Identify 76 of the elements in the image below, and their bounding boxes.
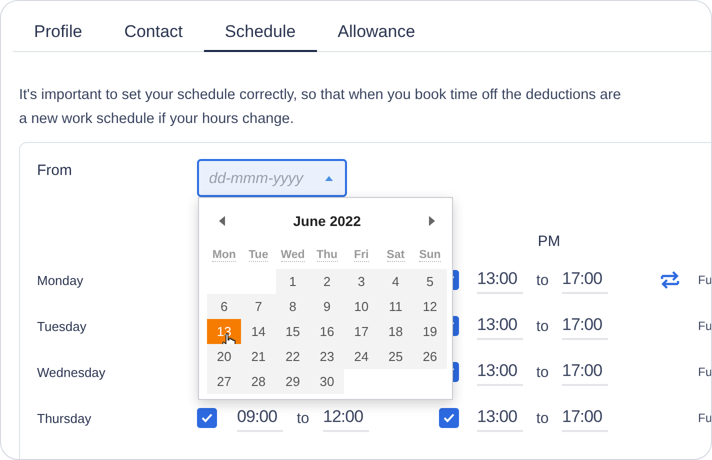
weekday-label: Wed [280,248,305,262]
calendar-day[interactable]: 17 [344,319,378,344]
to-label: to [535,364,550,380]
calendar-day[interactable]: 1 [276,269,310,294]
calendar-day[interactable]: 22 [276,344,310,369]
time-field[interactable]: 17:00 [562,266,608,294]
calendar-day[interactable]: 2 [310,269,344,294]
time-field[interactable]: 12:00 [323,404,369,432]
weekday-label: Sun [419,248,441,262]
day-label: Wednesday [37,364,106,380]
calendar-day[interactable]: 16 [310,319,344,344]
calendar-day[interactable]: 12 [412,294,448,319]
calendar-day[interactable]: 19 [412,319,448,344]
calendar-day[interactable]: 8 [276,294,310,319]
tab[interactable]: Profile [13,15,104,52]
day-label: Thursday [37,410,92,426]
calendar-day[interactable]: 10 [344,294,378,319]
to-label: to [535,410,550,426]
pm-heading: PM [536,232,562,250]
calendar-day[interactable]: 7 [241,294,276,319]
tab[interactable]: Allowance [316,15,436,52]
calendar-day[interactable]: 5 [412,269,448,294]
tab[interactable]: Schedule [204,15,317,52]
time-field[interactable]: 13:00 [477,266,523,294]
time-field[interactable]: 13:00 [477,404,523,432]
column-text: Fu [698,365,711,379]
time-field[interactable]: 17:00 [562,312,608,340]
calendar-day[interactable]: 26 [412,344,448,369]
calendar-day[interactable]: 9 [310,294,344,319]
calendar-day[interactable]: 20 [207,344,242,369]
weekday-label: Tue [248,248,268,262]
calendar-day[interactable]: 29 [276,369,310,394]
calendar-day[interactable]: 24 [344,344,378,369]
time-field[interactable]: 13:00 [477,312,523,340]
calendar-day[interactable]: 25 [378,344,413,369]
calendar-day[interactable]: 18 [378,319,413,344]
day-label: Tuesday [37,318,88,334]
from-label: From [37,161,73,181]
weekday-label: Mon [212,248,236,262]
repeat-icon[interactable] [659,270,681,290]
to-label: to [296,410,310,426]
calendar-day[interactable]: 23 [310,344,344,369]
checkbox[interactable] [197,408,217,428]
intro-text: a new work schedule if your hours change. [19,110,295,129]
month-title: June 2022 [293,213,361,229]
time-field[interactable]: 13:00 [477,358,523,386]
calendar-day[interactable]: 27 [207,369,242,394]
weekday-label: Thu [316,248,338,262]
calendar-day[interactable]: 11 [378,294,413,319]
weekday-label: Sat [386,248,405,262]
calendar-day[interactable]: 15 [276,319,310,344]
column-text: Fu [698,411,711,425]
column-text: Fu [698,273,711,287]
time-field[interactable]: 09:00 [237,404,283,432]
tab[interactable]: Contact [103,15,204,52]
caret-up-icon [325,174,333,182]
calendar-day[interactable]: 28 [241,369,276,394]
time-field[interactable]: 17:00 [562,404,608,432]
weekday-label: Fri [354,248,369,262]
calendar-day[interactable]: 6 [207,294,242,319]
calendar-day[interactable]: 3 [344,269,378,294]
checkmark-icon [201,413,213,423]
column-text: Fu [698,319,711,333]
calendar-day[interactable]: 30 [310,369,344,394]
calendar-day[interactable]: 21 [241,344,276,369]
calendar-day[interactable]: 14 [241,319,276,344]
next-month-icon[interactable] [429,216,435,226]
checkmark-icon [443,413,455,423]
intro-text: It's important to set your schedule correctly, so that when you book time off the deductions are [19,86,622,105]
calendar-day[interactable]: 4 [378,269,413,294]
time-field[interactable]: 17:00 [562,358,608,386]
to-label: to [535,272,550,288]
previous-month-icon[interactable] [219,216,225,226]
checkbox[interactable] [439,408,459,428]
to-label: to [535,318,550,334]
day-label: Monday [37,272,84,288]
